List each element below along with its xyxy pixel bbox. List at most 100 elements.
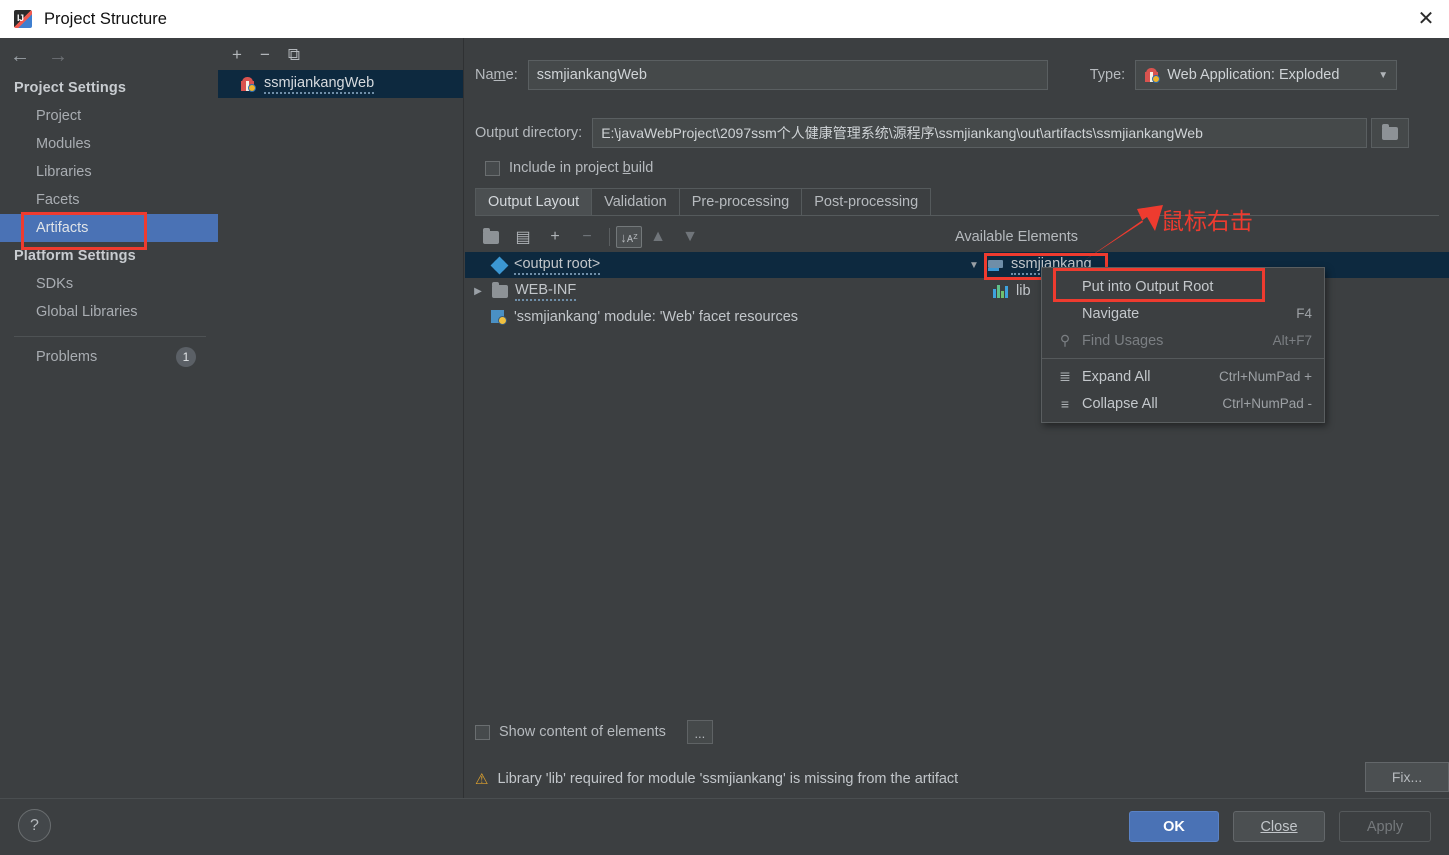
sidebar-item-label: Project (36, 108, 82, 124)
browse-folder-button[interactable] (1371, 118, 1410, 148)
move-down-button[interactable]: ▼ (674, 228, 706, 246)
artifact-type-select[interactable]: Web Application: Exploded ▼ (1135, 60, 1398, 90)
tree-twisty-expanded[interactable]: ▼ (967, 260, 981, 271)
close-icon[interactable]: ✕ (1403, 0, 1449, 38)
menu-item-collapse-all[interactable]: ≡ Collapse All Ctrl+NumPad - (1042, 390, 1324, 417)
type-label: Type: (1089, 67, 1126, 83)
menu-item-shortcut: F4 (1296, 306, 1312, 321)
sidebar-item-facets[interactable]: Facets (0, 186, 218, 214)
output-directory-row: Output directory: E:\javaWebProject\2097… (475, 118, 1439, 148)
menu-item-navigate[interactable]: Navigate F4 (1042, 300, 1324, 327)
tree-row[interactable]: <output root> (465, 252, 961, 278)
facet-icon (491, 309, 507, 325)
expand-all-icon: ≣ (1059, 368, 1071, 384)
folder-icon (1382, 123, 1399, 140)
apply-button[interactable]: Apply (1339, 811, 1431, 842)
sidebar-item-label: SDKs (36, 276, 74, 292)
menu-item-shortcut: Ctrl+NumPad + (1218, 369, 1312, 384)
cancel-button-label: Close (1260, 818, 1298, 835)
window-title: Project Structure (44, 9, 167, 28)
create-directory-button[interactable] (475, 227, 507, 244)
menu-item-expand-all[interactable]: ≣ Expand All Ctrl+NumPad + (1042, 363, 1324, 390)
include-in-build-row[interactable]: Include in project build (485, 160, 653, 176)
sidebar-nav-arrows: ← → (0, 38, 218, 74)
tree-node-label: WEB-INF (515, 282, 577, 301)
cancel-button[interactable]: Close (1233, 811, 1325, 842)
tree-node-label: 'ssmjiankang' module: 'Web' facet resour… (514, 309, 799, 325)
output-root-icon (490, 256, 509, 274)
sidebar-item-label: Artifacts (36, 220, 89, 236)
menu-item-label: Navigate (1082, 305, 1140, 322)
available-elements-title: Available Elements (955, 229, 1079, 245)
sidebar-item-label: Modules (36, 136, 91, 152)
chevron-down-icon: ▼ (1378, 69, 1389, 81)
sidebar-item-libraries[interactable]: Libraries (0, 158, 218, 186)
artifact-name-label: ssmjiankangWeb (264, 75, 375, 94)
show-content-label: Show content of elements (499, 724, 666, 740)
editor-tabs: Output Layout Validation Pre-processing … (475, 188, 1439, 216)
tree-twisty-collapsed[interactable]: ▶ (471, 286, 485, 297)
copy-artifact-button[interactable]: ⧉ (288, 46, 300, 63)
move-up-button[interactable]: ▲ (642, 228, 674, 246)
menu-item-label: Find Usages (1082, 332, 1164, 349)
sort-button[interactable]: ↓ᴀᶻ (616, 226, 642, 248)
sidebar-item-modules[interactable]: Modules (0, 130, 218, 158)
tab-validation[interactable]: Validation (592, 188, 680, 215)
dialog-footer: ? OK Close Apply (0, 798, 1449, 855)
menu-item-label: Collapse All (1082, 395, 1158, 412)
tree-row[interactable]: 'ssmjiankang' module: 'Web' facet resour… (465, 304, 961, 330)
artifact-name-input[interactable]: ssmjiankangWeb (527, 60, 1048, 90)
tree-row[interactable]: ▶ WEB-INF (465, 278, 961, 304)
tab-pre-processing[interactable]: Pre-processing (679, 188, 803, 215)
show-content-checkbox[interactable] (475, 724, 490, 740)
fix-button[interactable]: Fix... (1365, 762, 1449, 792)
tab-output-layout[interactable]: Output Layout (475, 188, 593, 215)
list-item[interactable]: ssmjiankangWeb (218, 70, 463, 98)
add-copy-button[interactable]: + (539, 228, 571, 246)
sidebar-item-label: Libraries (36, 164, 92, 180)
tree-node-label: <output root> (514, 256, 601, 275)
ok-button[interactable]: OK (1129, 811, 1219, 842)
search-icon: ⚲ (1059, 332, 1071, 348)
sidebar-item-project[interactable]: Project (0, 102, 218, 130)
section-heading-project-settings: Project Settings (14, 80, 126, 96)
show-content-row[interactable]: Show content of elements ... (475, 720, 713, 744)
remove-element-button[interactable]: − (571, 228, 603, 246)
sidebar-item-sdks[interactable]: SDKs (0, 270, 218, 298)
include-in-build-checkbox[interactable] (485, 160, 500, 176)
menu-item-find-usages[interactable]: ⚲ Find Usages Alt+F7 (1042, 327, 1324, 354)
artifact-gift-icon (240, 76, 256, 92)
sidebar-divider (14, 336, 206, 337)
sidebar-item-label: Facets (36, 192, 80, 208)
menu-item-label: Put into Output Root (1082, 278, 1214, 295)
module-icon (988, 258, 1004, 272)
warning-row: ⚠ Library 'lib' required for module 'ssm… (475, 764, 1439, 794)
collapse-all-icon: ≡ (1060, 395, 1070, 412)
problems-count-badge: 1 (176, 347, 196, 367)
tab-post-processing[interactable]: Post-processing (802, 188, 932, 215)
menu-item-shortcut: Ctrl+NumPad - (1222, 396, 1312, 411)
add-artifact-button[interactable]: + (232, 46, 242, 63)
sidebar-item-problems[interactable]: Problems 1 (0, 343, 218, 371)
name-label: Name: (475, 67, 518, 83)
remove-artifact-button[interactable]: − (260, 46, 270, 63)
menu-item-shortcut: Alt+F7 (1272, 333, 1312, 348)
name-row: Name: ssmjiankangWeb Type: Web Applicati… (475, 60, 1439, 90)
sidebar-item-label: Global Libraries (36, 304, 138, 320)
artifact-list-pane: + − ⧉ ssmjiankangWeb (218, 38, 464, 798)
create-archive-button[interactable]: ▤ (507, 227, 539, 247)
menu-item-put-into-output-root[interactable]: Put into Output Root (1042, 273, 1324, 300)
sidebar-item-artifacts[interactable]: Artifacts (0, 212, 218, 250)
forward-arrow-icon[interactable]: → (48, 46, 68, 66)
artifact-list-toolbar: + − ⧉ (218, 38, 463, 70)
settings-sidebar: ← → Project Settings Project Modules Lib… (0, 38, 218, 798)
more-options-button[interactable]: ... (686, 720, 713, 744)
help-button[interactable]: ? (18, 809, 51, 842)
back-arrow-icon[interactable]: ← (10, 46, 30, 66)
output-directory-label: Output directory: (475, 125, 583, 141)
output-directory-input[interactable]: E:\javaWebProject\2097ssm个人健康管理系统\源程序\ss… (592, 118, 1368, 148)
sidebar-item-global-libraries[interactable]: Global Libraries (0, 298, 218, 326)
folder-icon (492, 281, 508, 298)
section-heading-platform-settings: Platform Settings (14, 248, 136, 264)
menu-divider (1042, 358, 1324, 359)
